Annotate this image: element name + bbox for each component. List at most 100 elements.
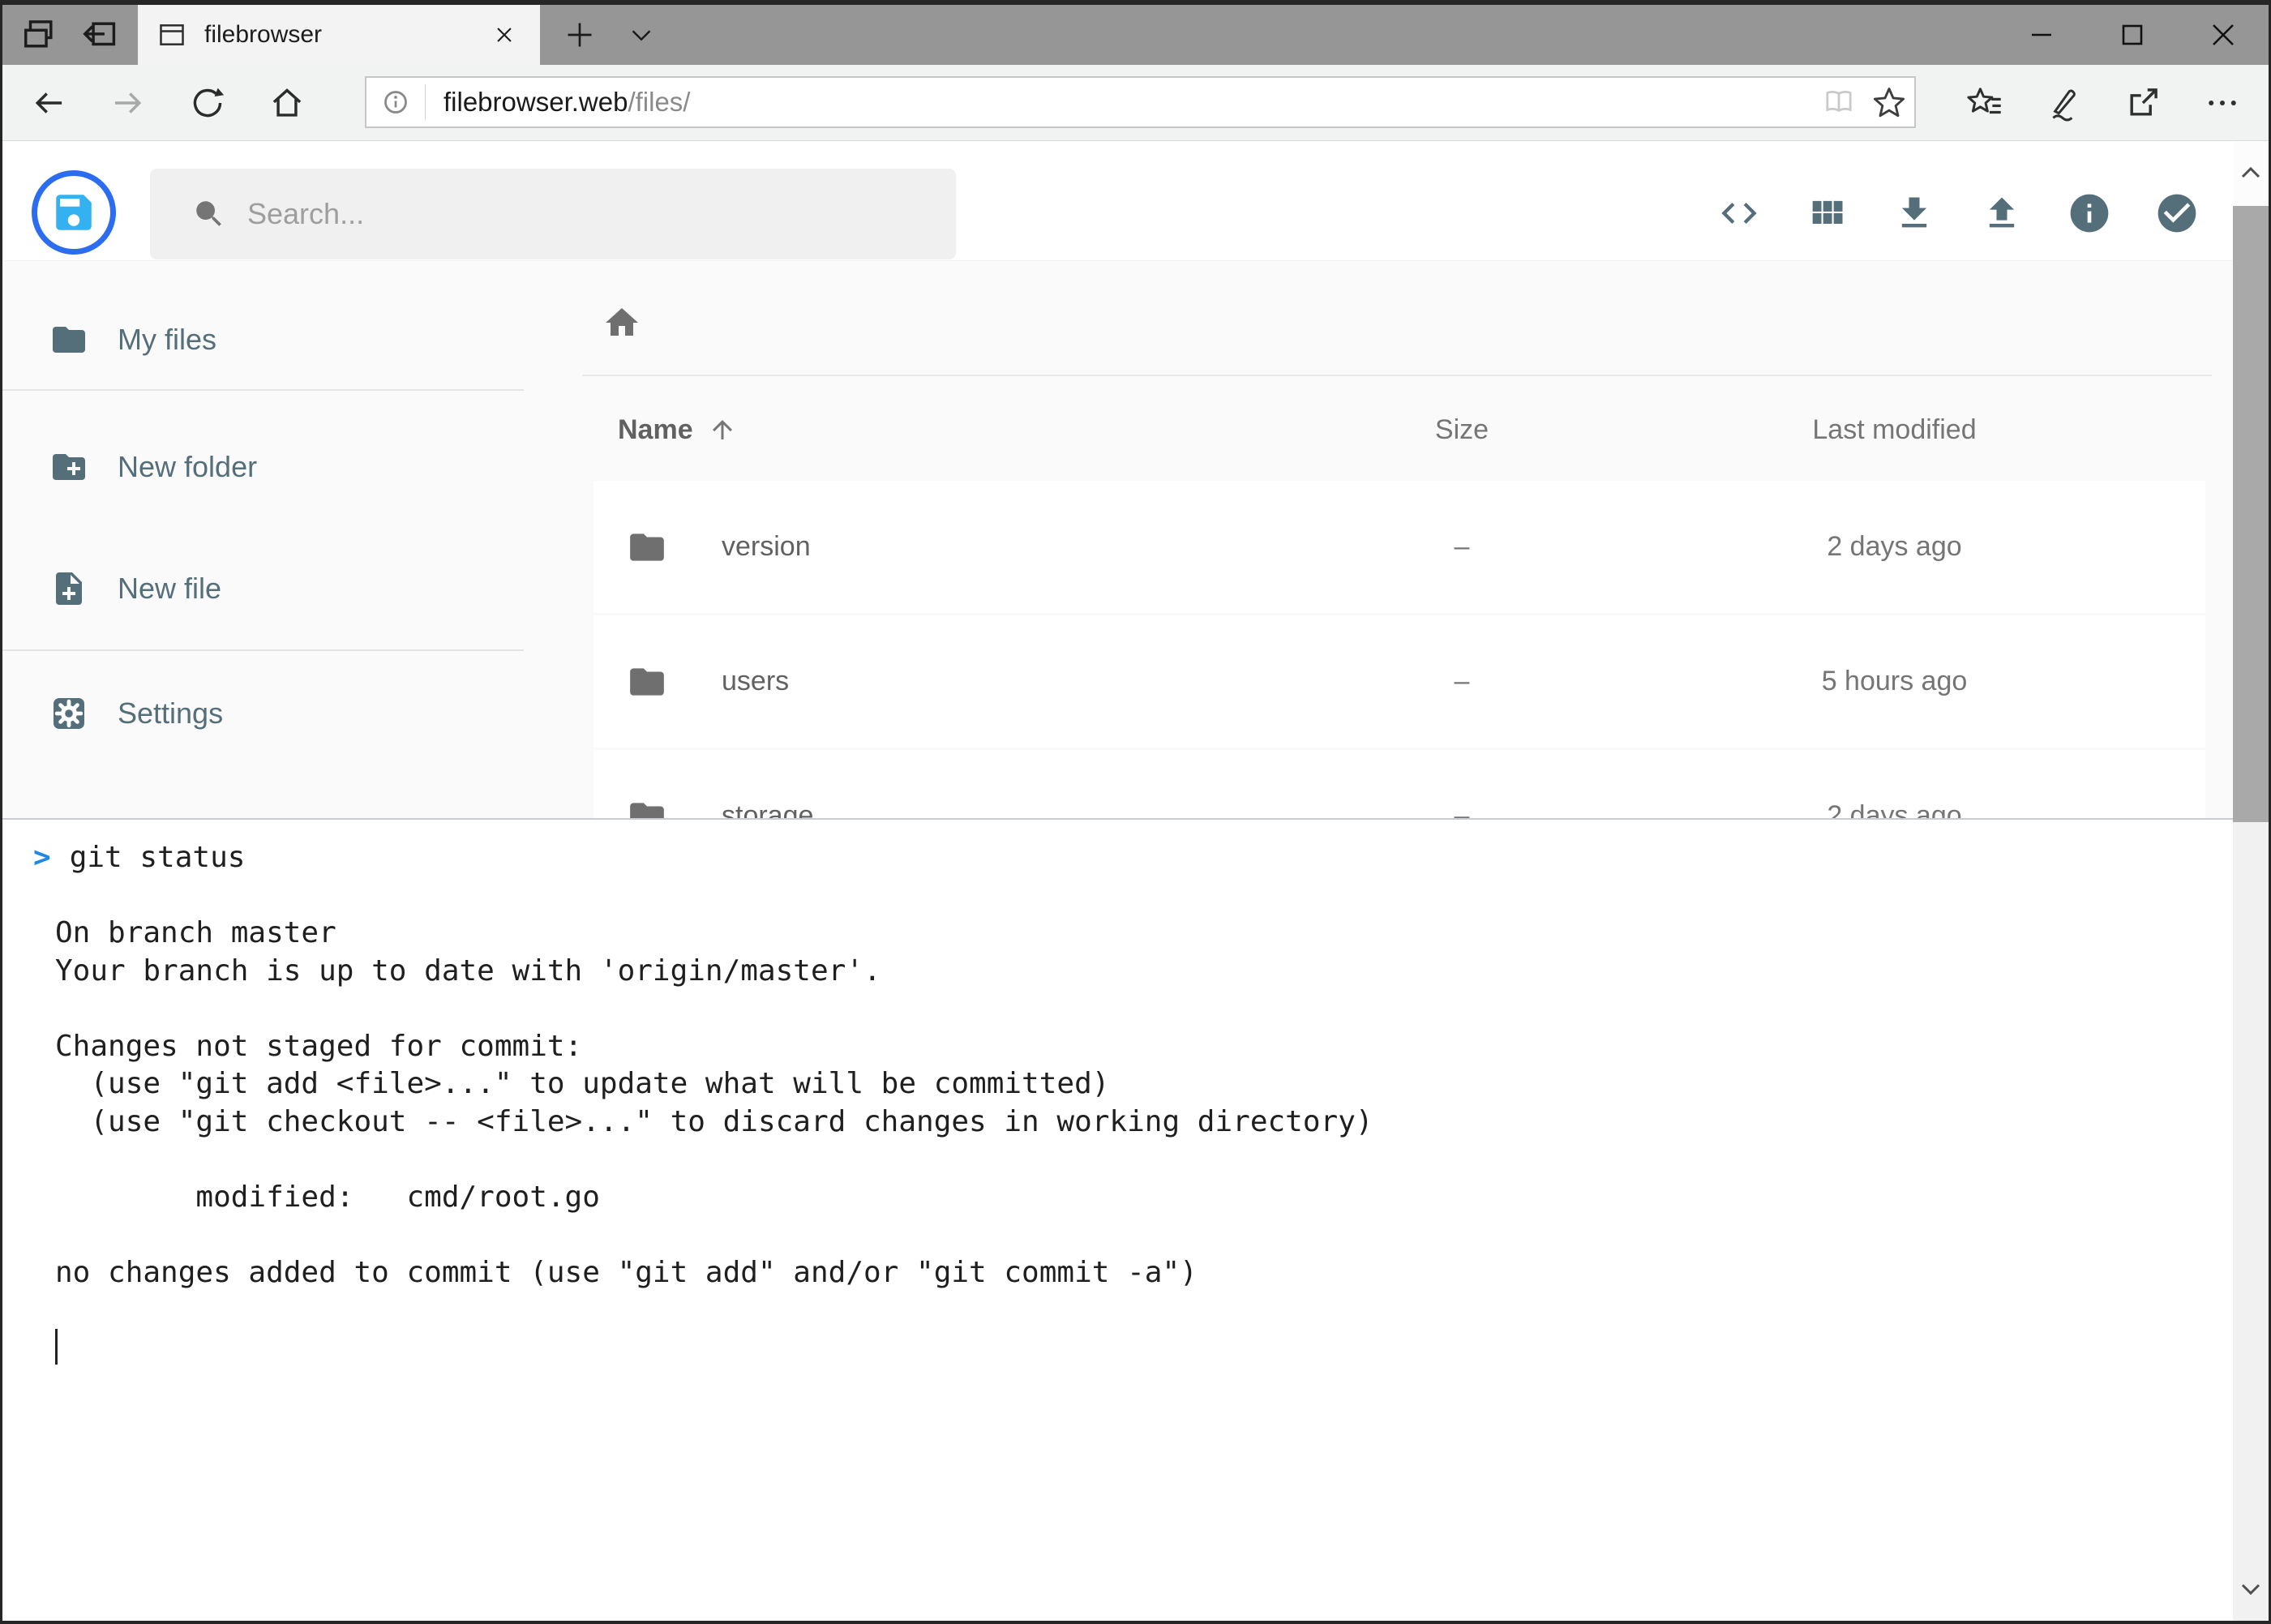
filebrowser-logo[interactable] (32, 170, 116, 255)
forward-button[interactable] (88, 65, 168, 140)
scrollbar-up-button[interactable] (2233, 141, 2269, 206)
content-divider (582, 375, 2212, 376)
chevron-down-icon (627, 20, 656, 49)
breadcrumb-home-button[interactable] (602, 303, 641, 342)
download-button[interactable] (1870, 165, 1958, 261)
plus-icon (564, 19, 595, 50)
tab-close-button[interactable] (488, 19, 521, 51)
terminal-panel[interactable]: >git status On branch master Your branch… (2, 818, 2233, 1621)
add-favorite-button[interactable] (1864, 84, 1914, 120)
header-actions (1695, 165, 2221, 261)
column-header-size[interactable]: Size (1340, 414, 1583, 446)
terminal-cursor (55, 1329, 58, 1365)
chevron-up-icon (2236, 159, 2265, 188)
home-button[interactable] (247, 65, 327, 140)
new-tab-button[interactable] (555, 5, 604, 65)
home-icon (268, 84, 306, 122)
address-separator (425, 84, 426, 120)
close-icon (492, 23, 516, 47)
site-info-button[interactable] (366, 86, 425, 118)
maximize-button[interactable] (2087, 5, 2178, 65)
window-controls (1996, 5, 2269, 65)
sidebar-item-label: New folder (118, 450, 257, 484)
favorites-hub-button[interactable] (1944, 65, 2024, 140)
toolbar-right-actions (1944, 65, 2262, 140)
home-icon (602, 303, 641, 342)
search-box[interactable] (150, 169, 956, 259)
sidebar-item-new-folder[interactable]: New folder (2, 429, 524, 505)
sidebar-item-settings[interactable]: Settings (2, 675, 524, 752)
book-icon (1822, 85, 1856, 119)
pen-icon (2045, 84, 2082, 122)
file-size: – (1340, 666, 1583, 697)
url-path: /files/ (628, 87, 690, 117)
info-button[interactable] (2046, 165, 2133, 261)
minimize-button[interactable] (1996, 5, 2087, 65)
back-button[interactable] (9, 65, 88, 140)
floppy-disk-icon (50, 189, 97, 236)
scrollbar-down-button[interactable] (2233, 1556, 2269, 1621)
listing-header: Name Size Last modified (593, 399, 2205, 461)
folder-icon (627, 527, 667, 568)
code-icon (1718, 192, 1760, 234)
set-tabs-aside-button[interactable] (78, 14, 120, 56)
navigation-buttons (9, 65, 327, 140)
sort-ascending-icon (708, 415, 737, 444)
table-row-version[interactable]: version – 2 days ago (593, 481, 2205, 613)
maximize-icon (2116, 19, 2149, 51)
web-notes-button[interactable] (2024, 65, 2103, 140)
star-list-icon (1965, 84, 2003, 122)
terminal-command: git status (70, 841, 246, 874)
sidebar-divider (2, 649, 524, 651)
sidebar-item-label: My files (118, 323, 216, 357)
search-input[interactable] (246, 196, 894, 232)
address-bar[interactable]: filebrowser.web/files/ (365, 76, 1916, 128)
file-name: version (722, 531, 811, 563)
column-header-name[interactable]: Name (593, 414, 1340, 446)
chevron-down-icon (2236, 1574, 2265, 1603)
tab-bar: filebrowser (2, 5, 2269, 65)
url-host: filebrowser.web (443, 87, 628, 117)
tab-aside-arrow-icon (80, 16, 118, 54)
browser-toolbar: filebrowser.web/files/ (2, 65, 2269, 141)
stacked-tabs-icon (21, 16, 58, 54)
forward-arrow-icon (109, 84, 147, 122)
file-size: – (1340, 531, 1583, 563)
table-row-users[interactable]: users – 5 hours ago (593, 615, 2205, 748)
refresh-button[interactable] (168, 65, 247, 140)
folder-icon (49, 320, 88, 359)
sidebar-item-my-files[interactable]: My files (2, 302, 524, 378)
grid-view-button[interactable] (1783, 165, 1870, 261)
tab-title: filebrowser (204, 21, 488, 49)
share-icon (2124, 84, 2162, 122)
terminal-prompt-line: >git status (33, 839, 2233, 877)
sidebar-item-label: Settings (118, 696, 223, 731)
file-name: users (722, 666, 789, 697)
file-modified: 5 hours ago (1583, 666, 2205, 697)
select-button[interactable] (2133, 165, 2221, 261)
download-icon (1893, 192, 1935, 234)
active-tab[interactable]: filebrowser (138, 5, 540, 65)
sidebar-item-new-file[interactable]: New file (2, 551, 524, 627)
reading-view-button[interactable] (1814, 85, 1864, 119)
gear-icon (49, 694, 88, 733)
upload-button[interactable] (1958, 165, 2046, 261)
browser-window: filebrowser (0, 0, 2271, 1624)
sidebar-item-label: New file (118, 572, 221, 606)
star-icon (1871, 84, 1907, 120)
url-text: filebrowser.web/files/ (443, 87, 690, 118)
app-header (2, 141, 2233, 261)
scrollbar-thumb[interactable] (2233, 206, 2269, 822)
raw-view-button[interactable] (1695, 165, 1783, 261)
refresh-icon (189, 84, 226, 122)
share-button[interactable] (2103, 65, 2183, 140)
tab-list-dropdown-button[interactable] (620, 5, 662, 65)
tabs-set-aside-list-button[interactable] (19, 14, 61, 56)
more-menu-button[interactable] (2183, 65, 2262, 140)
close-window-button[interactable] (2178, 5, 2269, 65)
page-scrollbar[interactable] (2233, 141, 2269, 1621)
back-arrow-icon (30, 84, 67, 122)
upload-icon (1981, 192, 2023, 234)
info-circle-icon (2067, 191, 2112, 236)
column-header-modified[interactable]: Last modified (1583, 414, 2205, 446)
